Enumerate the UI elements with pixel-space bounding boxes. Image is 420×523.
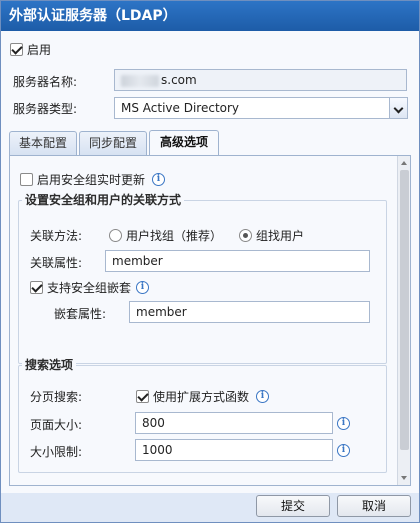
server-type-select[interactable]: MS Active Directory	[114, 97, 408, 119]
paging-label: 分页搜索:	[30, 390, 83, 404]
enable-checkbox[interactable]	[10, 43, 23, 56]
nested-label: 支持安全组嵌套	[47, 281, 132, 295]
info-icon[interactable]: i	[256, 390, 269, 403]
panel-scrollbar[interactable]	[397, 156, 410, 485]
radio-group-find-user-label: 组找用户	[256, 229, 305, 243]
server-name-field[interactable]: s.com	[114, 69, 407, 91]
size-limit-label: 大小限制:	[30, 445, 83, 459]
size-limit-input[interactable]: 1000	[135, 439, 333, 461]
advanced-options-panel: 启用安全组实时更新 i 设置安全组和用户的关联方式 关联方法: 用户找组（推荐）…	[9, 155, 411, 486]
radio-group-find-user[interactable]	[239, 229, 252, 242]
page-size-label: 页面大小:	[30, 418, 83, 432]
tab-basic-config[interactable]: 基本配置	[9, 131, 77, 155]
search-options-title: 搜索选项	[22, 358, 77, 372]
server-name-value: s.com	[161, 73, 197, 87]
server-type-value: MS Active Directory	[121, 101, 240, 115]
info-icon[interactable]: i	[337, 444, 350, 457]
dialog-title: 外部认证服务器（LDAP）	[1, 1, 419, 31]
paging-checkbox[interactable]	[136, 390, 149, 403]
redacted-text	[121, 74, 159, 87]
assoc-method-label: 关联方法:	[30, 229, 83, 243]
realtime-update-label: 启用安全组实时更新	[37, 173, 146, 187]
assoc-attr-label: 关联属性:	[30, 256, 83, 270]
info-icon[interactable]: i	[152, 173, 165, 186]
server-type-label: 服务器类型:	[13, 102, 78, 116]
nested-checkbox[interactable]	[30, 281, 43, 294]
paging-option-label: 使用扩展方式函数	[153, 390, 250, 404]
page-size-input[interactable]: 800	[135, 412, 333, 434]
group-assoc-title: 设置安全组和用户的关联方式	[22, 193, 185, 207]
tab-sync-config[interactable]: 同步配置	[79, 131, 147, 155]
assoc-attr-input[interactable]: member	[105, 250, 370, 272]
enable-label: 启用	[27, 43, 52, 57]
radio-user-find-group[interactable]	[109, 229, 122, 242]
info-icon[interactable]: i	[136, 281, 149, 294]
info-icon[interactable]: i	[337, 417, 350, 430]
tab-advanced-options[interactable]: 高级选项	[149, 130, 219, 156]
realtime-update-checkbox[interactable]	[20, 173, 33, 186]
nested-attr-input[interactable]: member	[129, 301, 370, 323]
server-name-label: 服务器名称:	[13, 75, 78, 89]
submit-button[interactable]: 提交	[256, 495, 330, 517]
nested-attr-label: 嵌套属性:	[54, 307, 107, 321]
cancel-button[interactable]: 取消	[337, 495, 411, 517]
radio-user-find-group-label: 用户找组（推荐）	[126, 229, 223, 243]
scroll-up-icon[interactable]	[401, 161, 407, 165]
chevron-down-icon[interactable]	[389, 98, 407, 118]
scroll-thumb[interactable]	[400, 170, 409, 450]
scroll-down-icon[interactable]	[401, 476, 407, 480]
ldap-dialog: 外部认证服务器（LDAP） 启用 服务器名称: s.com 服务器类型: MS …	[0, 0, 420, 523]
